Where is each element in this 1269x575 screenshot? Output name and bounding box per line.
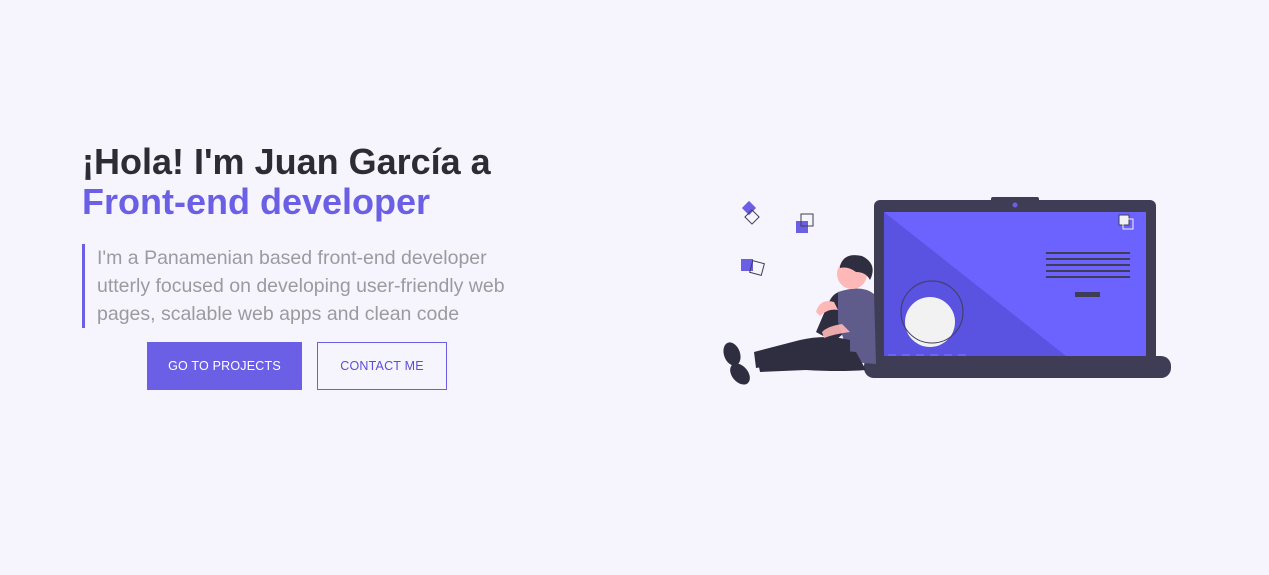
contact-me-button[interactable]: CONTACT ME: [317, 342, 447, 390]
laptop: [864, 197, 1171, 378]
headline-greeting: ¡Hola! I'm Juan García a: [82, 141, 491, 182]
hero-text: ¡Hola! I'm Juan García a Front-end devel…: [82, 142, 542, 348]
hero-section: ¡Hola! I'm Juan García a Front-end devel…: [0, 0, 1269, 575]
hero-headline: ¡Hola! I'm Juan García a Front-end devel…: [82, 142, 542, 222]
hero-intro: I'm a Panamenian based front-end develop…: [82, 244, 527, 328]
floating-squares: [741, 200, 814, 276]
hero-actions: GO TO PROJECTS CONTACT ME: [147, 342, 447, 390]
go-to-projects-button[interactable]: GO TO PROJECTS: [147, 342, 302, 390]
headline-role: Front-end developer: [82, 181, 431, 222]
developer-laptop-illustration: [723, 197, 1171, 385]
developer-person: [723, 255, 876, 385]
